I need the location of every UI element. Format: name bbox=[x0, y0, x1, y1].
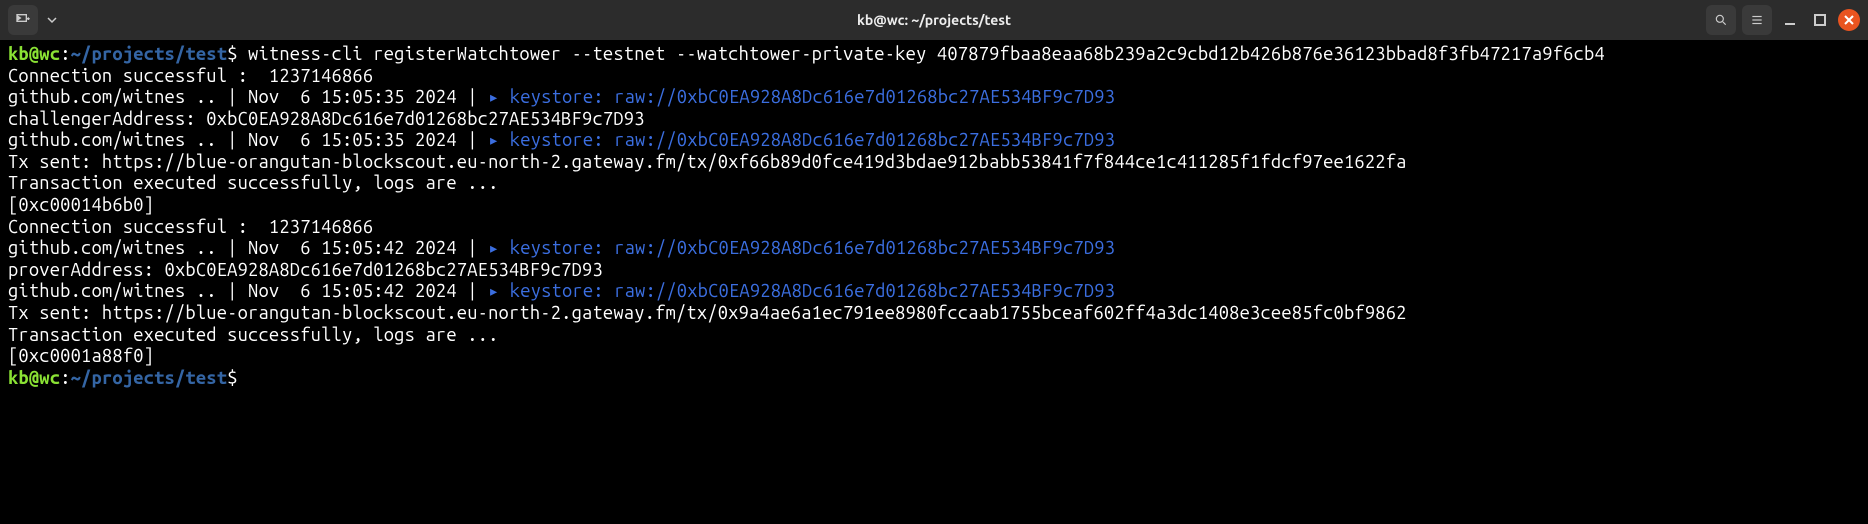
log-arrow: ▸ bbox=[488, 281, 510, 301]
minimize-button[interactable] bbox=[1778, 8, 1802, 32]
output-line: [0xc00014b6b0] bbox=[8, 195, 1860, 217]
chevron-down-icon bbox=[47, 15, 57, 25]
window-title: kb@wc: ~/projects/test bbox=[857, 12, 1011, 28]
terminal-content[interactable]: kb@wc:~/projects/test$ witness-cli regis… bbox=[0, 40, 1868, 393]
search-button[interactable] bbox=[1706, 5, 1736, 35]
output-line: [0xc0001a88f0] bbox=[8, 346, 1860, 368]
keystore-text: keystore: raw://0xbC0EA928A8Dc616e7d0126… bbox=[510, 238, 1115, 258]
prompt-dollar: $ bbox=[227, 368, 237, 388]
keystore-text: keystore: raw://0xbC0EA928A8Dc616e7d0126… bbox=[510, 130, 1115, 150]
output-line: Connection successful : 1237146866 bbox=[8, 217, 1860, 239]
prompt-cwd: ~/projects/test bbox=[71, 368, 228, 388]
output-line: Tx sent: https://blue-orangutan-blocksco… bbox=[8, 303, 1860, 325]
command-text: witness-cli registerWatchtower --testnet… bbox=[238, 44, 1605, 64]
log-arrow: ▸ bbox=[488, 130, 510, 150]
output-line: Transaction executed successfully, logs … bbox=[8, 173, 1860, 195]
prompt-dollar: $ bbox=[227, 44, 237, 64]
log-arrow: ▸ bbox=[488, 238, 510, 258]
output-line: github.com/witnes .. | Nov 6 15:05:35 20… bbox=[8, 130, 488, 150]
output-line: Tx sent: https://blue-orangutan-blocksco… bbox=[8, 152, 1860, 174]
hamburger-icon bbox=[1750, 13, 1764, 27]
maximize-button[interactable] bbox=[1808, 8, 1832, 32]
prompt-separator: : bbox=[60, 368, 70, 388]
search-icon bbox=[1714, 13, 1728, 27]
output-line: github.com/witnes .. | Nov 6 15:05:35 20… bbox=[8, 87, 488, 107]
prompt-cwd: ~/projects/test bbox=[71, 44, 228, 64]
output-line: Connection successful : 1237146866 bbox=[8, 66, 1860, 88]
log-arrow: ▸ bbox=[488, 87, 510, 107]
output-line: github.com/witnes .. | Nov 6 15:05:42 20… bbox=[8, 281, 488, 301]
tab-menu-button[interactable] bbox=[44, 5, 60, 35]
prompt-user-host: kb@wc bbox=[8, 368, 60, 388]
prompt-separator: : bbox=[60, 44, 70, 64]
keystore-text: keystore: raw://0xbC0EA928A8Dc616e7d0126… bbox=[510, 87, 1115, 107]
menu-button[interactable] bbox=[1742, 5, 1772, 35]
output-line: challengerAddress: 0xbC0EA928A8Dc616e7d0… bbox=[8, 109, 1860, 131]
window-titlebar: kb@wc: ~/projects/test bbox=[0, 0, 1868, 40]
output-line: Transaction executed successfully, logs … bbox=[8, 325, 1860, 347]
keystore-text: keystore: raw://0xbC0EA928A8Dc616e7d0126… bbox=[510, 281, 1115, 301]
maximize-icon bbox=[1813, 13, 1827, 27]
output-line: github.com/witnes .. | Nov 6 15:05:42 20… bbox=[8, 238, 488, 258]
terminal-plus-icon bbox=[15, 12, 31, 28]
minimize-icon bbox=[1783, 13, 1797, 27]
close-button[interactable] bbox=[1838, 9, 1860, 31]
prompt-user-host: kb@wc bbox=[8, 44, 60, 64]
new-tab-button[interactable] bbox=[8, 5, 38, 35]
output-line: proverAddress: 0xbC0EA928A8Dc616e7d01268… bbox=[8, 260, 1860, 282]
close-icon bbox=[1844, 15, 1854, 25]
